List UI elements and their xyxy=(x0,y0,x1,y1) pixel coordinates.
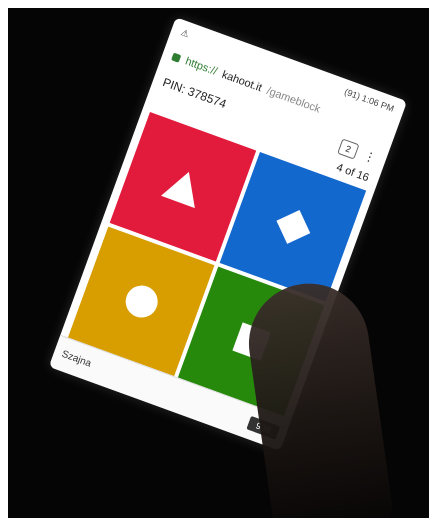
circle-icon xyxy=(119,280,163,324)
hand-thumb xyxy=(241,275,395,518)
warning-icon: ⚠ xyxy=(179,26,191,39)
player-name: Szajna xyxy=(60,348,93,370)
triangle-icon xyxy=(158,163,208,211)
diamond-icon xyxy=(267,201,318,252)
tab-switcher-button[interactable]: 2 xyxy=(337,138,360,160)
photo-frame: ⚠ (91) 1:06 PM https://kahoot.it/gameblo… xyxy=(8,8,429,518)
url-scheme: https:// xyxy=(183,55,219,79)
overflow-menu-icon[interactable]: ⋮ xyxy=(362,148,378,165)
battery-text: (91) xyxy=(343,86,362,102)
lock-icon xyxy=(171,52,182,63)
status-time: 1:06 PM xyxy=(360,92,396,114)
